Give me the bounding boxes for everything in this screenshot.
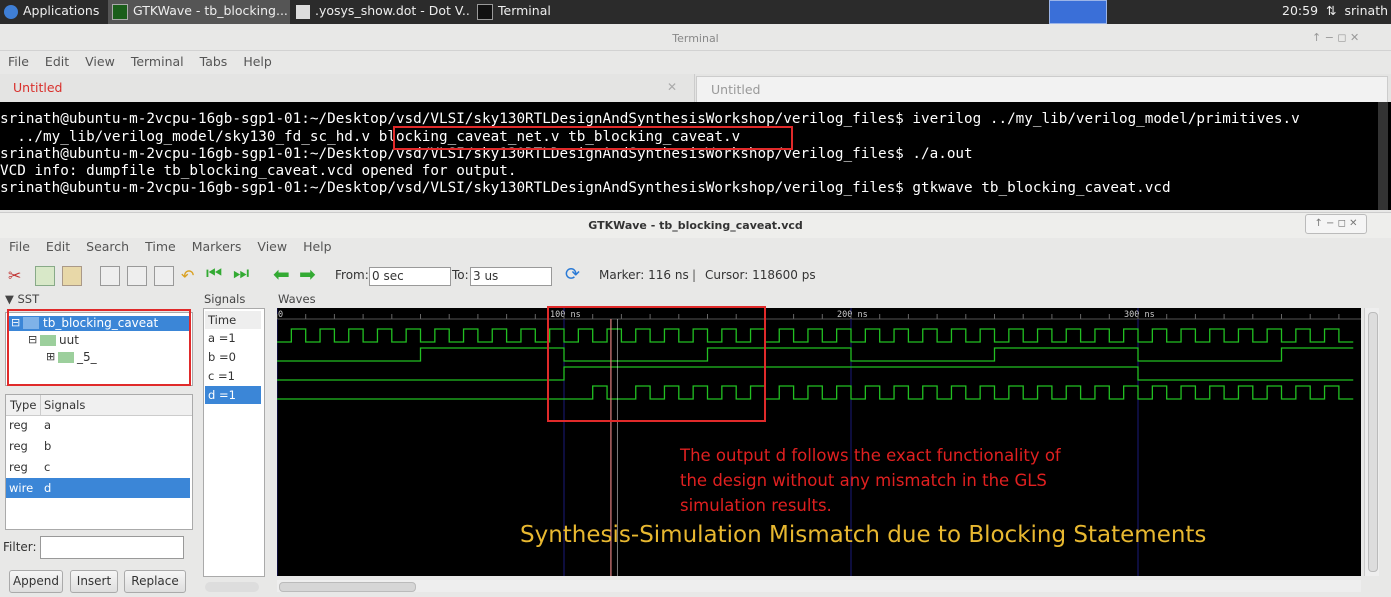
signal-list-header: Type Signals: [6, 395, 192, 416]
hscroll-thumb[interactable]: [279, 582, 416, 592]
signals-scrollbar[interactable]: [205, 582, 259, 592]
terminal-icon: [477, 3, 493, 20]
replace-button[interactable]: Replace: [124, 570, 186, 593]
gw-menu-search[interactable]: Search: [86, 239, 129, 254]
wave-b: [277, 347, 1354, 362]
signal-row-a[interactable]: reg a: [6, 415, 190, 435]
terminal-scrollbar[interactable]: [1378, 102, 1388, 210]
zoom-in-icon[interactable]: [127, 266, 147, 286]
signal-row-b[interactable]: reg b: [6, 436, 190, 456]
highlight-box-waves: [547, 306, 766, 422]
annotation-line-1: The output d follows the exact functiona…: [680, 446, 1061, 465]
zoom-start-icon[interactable]: ⏮: [206, 265, 230, 284]
wave-c: [277, 366, 1354, 381]
task-terminal[interactable]: Terminal: [473, 0, 649, 24]
cut-icon[interactable]: ✂: [8, 266, 26, 285]
terminal-titlebar: Terminal: [0, 28, 1391, 51]
reload-icon[interactable]: ⟳: [565, 266, 583, 284]
menu-view[interactable]: View: [85, 54, 115, 69]
terminal-menubar: File Edit View Terminal Tabs Help: [8, 54, 288, 69]
gw-menu-edit[interactable]: Edit: [46, 239, 70, 254]
clock-area: 20:59 ⇅ srinath: [1282, 3, 1389, 18]
prev-edge-icon[interactable]: ⬅: [273, 264, 295, 284]
insert-button[interactable]: Insert: [70, 570, 118, 593]
annotation-line-3: simulation results.: [680, 496, 832, 515]
annotation-line-2: the design without any mismatch in the G…: [680, 471, 1047, 490]
next-edge-icon[interactable]: ➡: [299, 264, 321, 284]
zoom-fit-icon[interactable]: [100, 266, 120, 286]
from-input[interactable]: 0 sec: [369, 267, 451, 286]
waves-vscrollbar[interactable]: [1364, 308, 1379, 576]
network-icon: ⇅: [1326, 3, 1337, 18]
value-row-d[interactable]: d =1: [205, 386, 261, 404]
value-row-b[interactable]: b =0: [205, 348, 261, 366]
gw-menu-markers[interactable]: Markers: [192, 239, 242, 254]
signal-row-c[interactable]: reg c: [6, 457, 190, 477]
gw-menu-view[interactable]: View: [257, 239, 287, 254]
copy-icon[interactable]: [35, 266, 55, 286]
menu-help[interactable]: Help: [243, 54, 272, 69]
append-button[interactable]: Append: [9, 570, 63, 593]
to-label: To:: [452, 268, 469, 282]
terminal-output[interactable]: srinath@ubuntu-m-2vcpu-16gb-sgp1-01:~/De…: [0, 102, 1391, 210]
signal-row-d[interactable]: wire d: [6, 478, 190, 498]
value-row-c[interactable]: c =1: [205, 367, 261, 385]
highlight-box-files: [393, 126, 793, 150]
menu-terminal[interactable]: Terminal: [131, 54, 184, 69]
tab-untitled-1[interactable]: Untitled ✕: [0, 74, 695, 102]
terminal-line: VCD info: dumpfile tb_blocking_caveat.vc…: [0, 163, 517, 179]
task-dot-viewer[interactable]: .yosys_show.dot - Dot V...: [292, 0, 470, 24]
document-icon: [296, 4, 310, 19]
window-controls[interactable]: ↑ − ◻ ✕: [1312, 31, 1359, 44]
terminal-line: srinath@ubuntu-m-2vcpu-16gb-sgp1-01:~/De…: [0, 180, 1171, 196]
filter-label: Filter:: [3, 540, 37, 554]
zoom-end-icon[interactable]: ⏭: [233, 265, 257, 284]
workspace-switcher[interactable]: [1049, 0, 1107, 24]
readout-separator: |: [692, 268, 697, 282]
gw-menu-time[interactable]: Time: [145, 239, 176, 254]
marker-readout: Marker: 116 ns: [599, 268, 689, 282]
menu-file[interactable]: File: [8, 54, 29, 69]
ruler-label: 200 ns: [837, 310, 868, 320]
menu-edit[interactable]: Edit: [45, 54, 69, 69]
sst-label[interactable]: ▼ SST: [5, 292, 39, 306]
ruler-label: 0: [278, 310, 283, 320]
gw-menu-file[interactable]: File: [9, 239, 30, 254]
close-tab-icon[interactable]: ✕: [667, 80, 677, 94]
gw-menu-help[interactable]: Help: [303, 239, 332, 254]
waves-hscrollbar[interactable]: [277, 580, 1361, 592]
value-row-a[interactable]: a =1: [205, 329, 261, 347]
waves-pane-label: Waves: [278, 292, 316, 306]
paste-icon[interactable]: [62, 266, 82, 286]
terminal-tabs: Untitled ✕ Untitled: [0, 74, 1391, 104]
menu-tabs[interactable]: Tabs: [200, 54, 228, 69]
signals-pane-label: Signals: [204, 292, 246, 306]
undo-zoom-icon[interactable]: ↶: [181, 266, 199, 285]
cursor-readout: Cursor: 118600 ps: [705, 268, 816, 282]
taskbar: Applications GTKWave - tb_blocking... .y…: [0, 0, 1391, 24]
applications-menu[interactable]: Applications: [4, 0, 104, 24]
header-divider: [40, 395, 41, 415]
filter-input[interactable]: [40, 536, 184, 559]
ruler-label: 300 ns: [1124, 310, 1155, 320]
to-input[interactable]: 3 us: [470, 267, 552, 286]
applications-icon: [4, 4, 18, 19]
gtkwave-icon: [112, 3, 128, 20]
task-gtkwave[interactable]: GTKWave - tb_blocking...: [108, 0, 290, 24]
wave-a: [277, 328, 1354, 343]
wave-d: [277, 385, 1354, 400]
annotation-title: Synthesis-Simulation Mismatch due to Blo…: [520, 522, 1207, 548]
gtkwave-window-controls[interactable]: ↑ − ◻ ✕: [1305, 214, 1367, 234]
tab-untitled-2[interactable]: Untitled: [696, 76, 1388, 104]
gtkwave-menubar: File Edit Search Time Markers View Help: [9, 239, 348, 254]
zoom-out-icon[interactable]: [154, 266, 174, 286]
gtkwave-titlebar: GTKWave - tb_blocking_caveat.vcd: [0, 212, 1391, 238]
from-label: From:: [335, 268, 369, 282]
highlight-box-hierarchy: [7, 309, 191, 386]
time-row: Time: [205, 311, 261, 329]
vscroll-thumb[interactable]: [1368, 312, 1378, 572]
